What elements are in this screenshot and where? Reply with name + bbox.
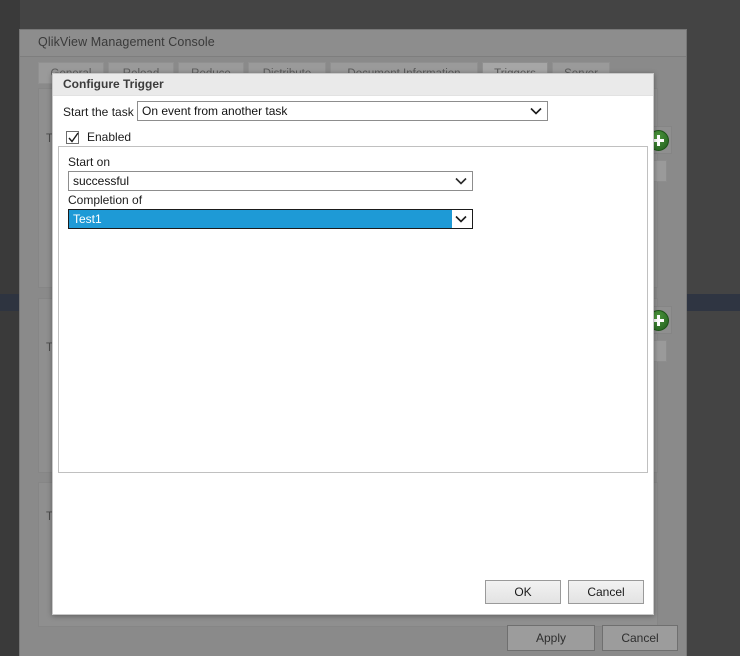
event-trigger-group: Start on successful Completion of Test1 [58,146,648,473]
completion-of-label: Completion of [68,193,143,207]
start-the-task-label: Start the task [63,105,134,119]
completion-of-value: Test1 [73,212,102,226]
completion-of-select[interactable]: Test1 [68,209,473,229]
chevron-down-icon [527,102,545,120]
dialog-title: Configure Trigger [63,77,164,91]
chevron-down-icon [452,210,470,228]
start-on-label: Start on [68,155,111,169]
qmc-window-title: QlikView Management Console [38,35,215,49]
start-on-value: successful [73,174,130,188]
start-the-task-value: On event from another task [142,104,288,118]
configure-trigger-dialog: Configure Trigger Start the task On even… [52,73,654,615]
desktop-accent-band-right [686,294,740,311]
dialog-titlebar: Configure Trigger [53,74,653,96]
window-cancel-button[interactable]: Cancel [602,625,678,651]
apply-button[interactable]: Apply [507,625,595,651]
desktop-left-strip [0,0,20,656]
dialog-ok-button[interactable]: OK [485,580,561,604]
start-the-task-select[interactable]: On event from another task [137,101,548,121]
check-icon[interactable] [66,130,79,144]
enabled-label: Enabled [87,130,132,144]
qmc-titlebar: QlikView Management Console [20,30,686,57]
enabled-checkbox-row[interactable]: Enabled [66,130,131,144]
start-on-select[interactable]: successful [68,171,473,191]
dialog-cancel-button[interactable]: Cancel [568,580,644,604]
chevron-down-icon [452,172,470,190]
